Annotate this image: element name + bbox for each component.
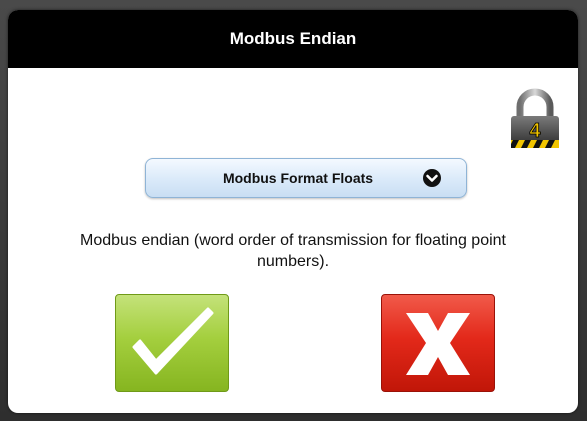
cancel-button[interactable] <box>381 294 495 392</box>
modbus-endian-dialog: Modbus Endian 4 Modbus Format Floats Mod… <box>8 10 578 413</box>
lock-level-label: 4 <box>529 120 541 142</box>
x-icon <box>406 313 470 375</box>
dropdown-selected-value: Modbus Format Floats <box>222 170 374 186</box>
modbus-format-dropdown[interactable]: Modbus Format Floats <box>145 158 467 198</box>
dialog-title: Modbus Endian <box>229 29 357 48</box>
checkmark-icon <box>132 307 214 375</box>
window-frame: Modbus Endian 4 Modbus Format Floats Mod… <box>0 0 587 421</box>
description-text: Modbus endian (word order of transmissio… <box>80 232 506 270</box>
confirm-button[interactable] <box>115 294 229 392</box>
title-bar: Modbus Endian <box>8 10 578 68</box>
chevron-down-circle-icon <box>422 168 442 188</box>
lock-level-icon: 4 <box>504 87 566 155</box>
